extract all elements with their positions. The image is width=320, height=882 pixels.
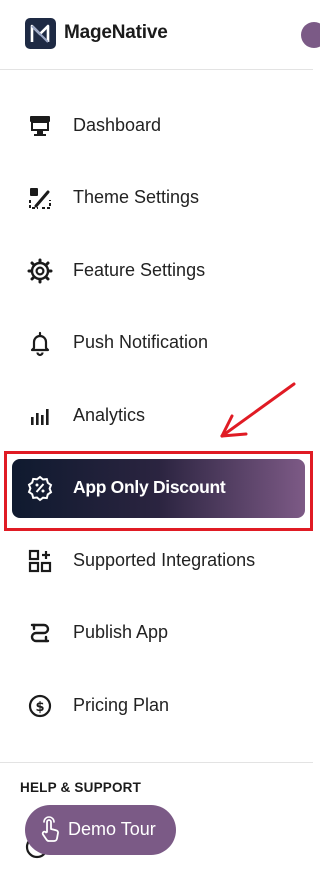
bell-icon [26, 329, 54, 357]
highlight-box [4, 451, 313, 531]
demo-tour-button[interactable]: Demo Tour [25, 805, 176, 855]
sidebar-item-theme-settings[interactable]: Theme Settings [12, 169, 305, 227]
storefront-icon [26, 112, 54, 140]
pointer-hand-icon [38, 816, 64, 844]
sidebar-item-label: Dashboard [73, 115, 162, 135]
gear-icon [26, 257, 54, 285]
publish-icon [26, 619, 54, 647]
sidebar-item-label: Theme Settings [73, 187, 200, 207]
sidebar-item-label: Supported Integrations [73, 550, 256, 570]
sidebar-item-feature-settings[interactable]: Feature Settings [12, 242, 305, 300]
dollar-circle-icon: $ [26, 692, 54, 720]
magenative-logo-icon[interactable] [25, 18, 56, 49]
sidebar-item-supported-integrations[interactable]: Supported Integrations [12, 532, 305, 590]
sidebar-item-label: Publish App [73, 622, 169, 642]
sidebar-item-label: Pricing Plan [73, 695, 170, 715]
sidebar-item-label: Push Notification [73, 332, 209, 352]
sidebar-item-label: Feature Settings [73, 260, 206, 280]
sidebar-item-label: Analytics [73, 405, 146, 425]
sidebar-item-dashboard[interactable]: Dashboard [12, 97, 305, 155]
divider [0, 762, 313, 763]
avatar[interactable] [301, 22, 320, 48]
svg-text:$: $ [35, 700, 44, 715]
sidebar-header: MageNative [0, 0, 320, 70]
sidebar-item-pricing-plan[interactable]: $ Pricing Plan [12, 677, 305, 735]
help-support-heading: HELP & SUPPORT [20, 780, 142, 795]
sidebar-item-push-notification[interactable]: Push Notification [12, 314, 305, 372]
brand-name[interactable]: MageNative [64, 22, 168, 44]
integrations-grid-icon [26, 547, 54, 575]
sidebar-item-publish-app[interactable]: Publish App [12, 604, 305, 662]
demo-tour-label: Demo Tour [68, 819, 156, 839]
annotation-arrow-icon [220, 382, 296, 438]
theme-brush-icon [26, 184, 54, 212]
bar-chart-icon [26, 402, 54, 430]
